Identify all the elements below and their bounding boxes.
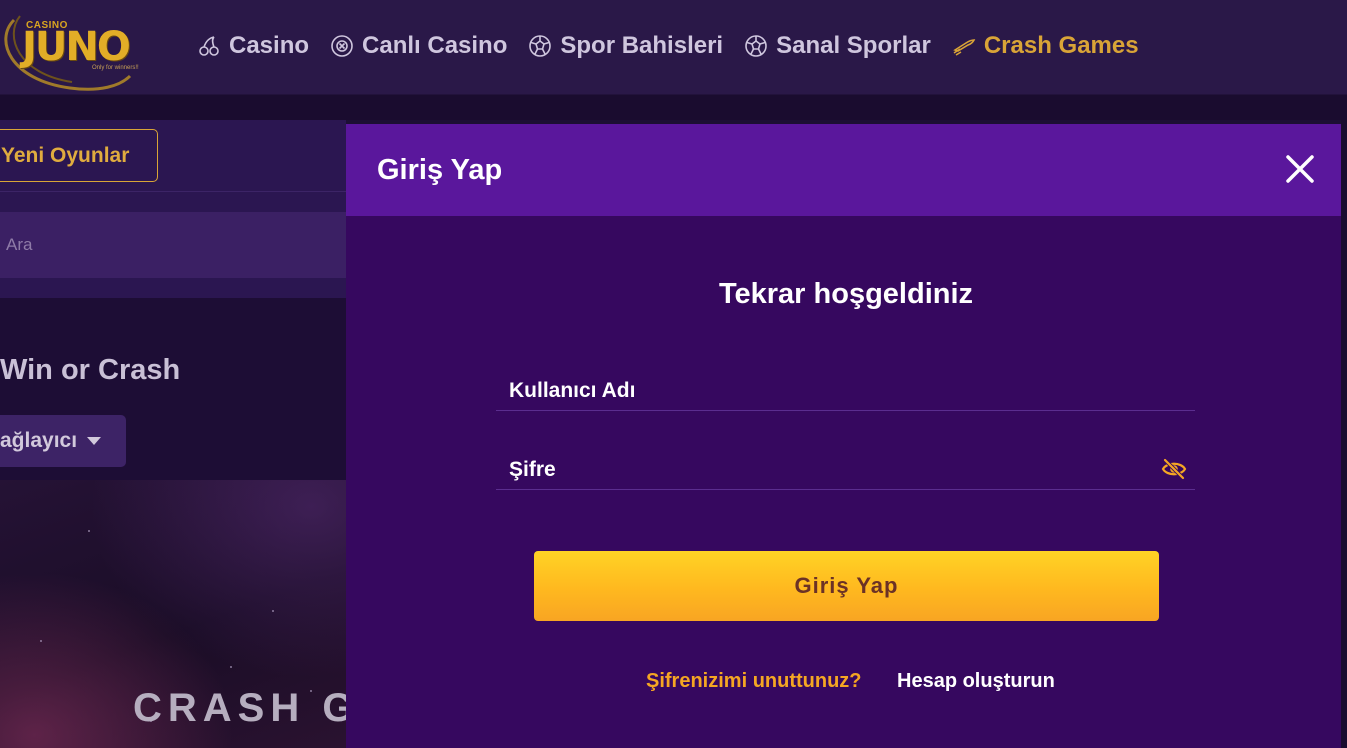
- nav-item-canli-casino[interactable]: Canlı Casino: [329, 32, 507, 60]
- soccer-ball-icon: [743, 33, 769, 59]
- forgot-password-link[interactable]: Şifrenizimi unuttunuz?: [646, 670, 862, 693]
- game-title: Win or Crash: [0, 354, 181, 386]
- nav-item-sanal-sporlar[interactable]: Sanal Sporlar: [743, 32, 931, 60]
- chevron-down-icon: [87, 437, 102, 445]
- banner-text: CRASH G: [133, 686, 360, 730]
- logo-juno-text: JUNO: [22, 24, 131, 70]
- nav-item-spor-bahisleri[interactable]: Spor Bahisleri: [527, 32, 723, 60]
- eye-off-icon[interactable]: [1161, 456, 1187, 482]
- close-icon: [1286, 155, 1314, 183]
- password-field: [496, 450, 1195, 490]
- casino-juno-logo[interactable]: CASINO JUNO Only for winners!!: [0, 6, 150, 91]
- nav-label-canli-casino: Canlı Casino: [362, 32, 508, 59]
- casino-chip-icon: [329, 33, 355, 59]
- logo-tagline: Only for winners!!: [92, 65, 139, 71]
- login-modal: Giriş Yap Tekrar hoşgeldiniz Giriş Yap Ş…: [346, 124, 1341, 748]
- login-button[interactable]: Giriş Yap: [534, 551, 1159, 621]
- modal-header: Giriş Yap: [346, 124, 1341, 216]
- page-edge: [1341, 120, 1347, 748]
- nav-label-sanal-sporlar: Sanal Sporlar: [776, 32, 931, 59]
- search-input[interactable]: [0, 212, 346, 278]
- divider: [0, 191, 346, 192]
- username-field: [496, 371, 1195, 411]
- modal-title: Giriş Yap: [377, 154, 503, 186]
- close-button[interactable]: [1283, 152, 1317, 186]
- nav-label-crash-games: Crash Games: [983, 32, 1139, 59]
- provider-dropdown[interactable]: ağlayıcı: [0, 415, 126, 467]
- cherry-icon: [196, 33, 222, 59]
- rocket-icon: [951, 33, 977, 59]
- nav-item-casino[interactable]: Casino: [196, 32, 309, 60]
- welcome-heading: Tekrar hoşgeldiniz: [718, 278, 974, 310]
- background-strip: [0, 95, 1347, 120]
- create-account-link[interactable]: Hesap oluşturun: [897, 670, 1055, 693]
- username-input[interactable]: [496, 371, 1195, 410]
- provider-dropdown-label: ağlayıcı: [0, 429, 78, 452]
- new-games-button[interactable]: Yeni Oyunlar: [0, 129, 158, 182]
- nav-label-spor-bahisleri: Spor Bahisleri: [560, 32, 724, 59]
- main-nav: Casino Canlı Casino Spor Bahisleri Sanal…: [196, 30, 1159, 62]
- nav-item-crash-games[interactable]: Crash Games: [951, 32, 1139, 60]
- soccer-ball-icon: [527, 33, 553, 59]
- top-navigation-bar: CASINO JUNO Only for winners!! Casino Ca…: [0, 0, 1347, 95]
- password-input[interactable]: [496, 450, 1195, 489]
- nav-label-casino: Casino: [229, 32, 310, 59]
